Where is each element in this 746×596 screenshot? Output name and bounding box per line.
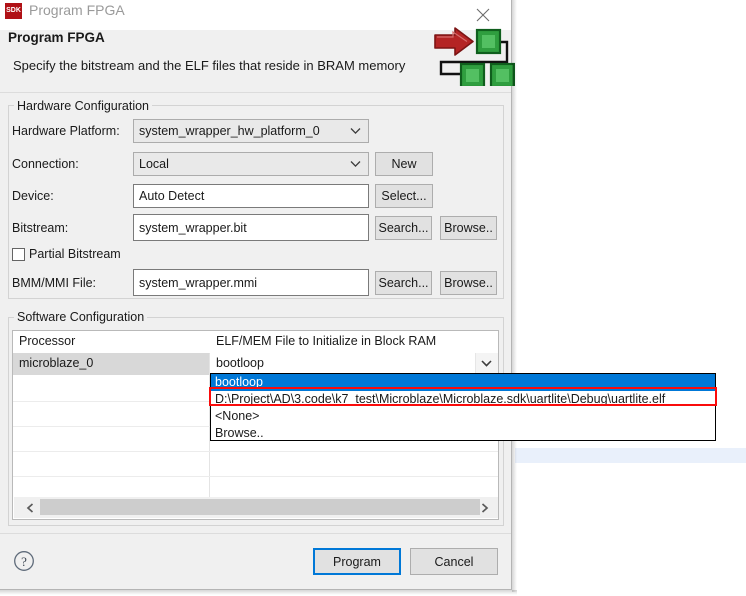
hardware-configuration-group-title: Hardware Configuration [14, 99, 153, 113]
scrollbar-thumb[interactable] [40, 499, 480, 515]
chevron-down-icon [350, 161, 361, 168]
dialog-shadow-right [512, 0, 517, 592]
table-horizontal-scrollbar[interactable] [14, 497, 498, 518]
dialog-shadow-bottom [0, 590, 517, 595]
close-icon [476, 8, 490, 22]
device-value: Auto Detect [139, 189, 205, 203]
device-label: Device: [12, 189, 54, 203]
partial-bitstream-label: Partial Bitstream [29, 247, 121, 261]
bitstream-value: system_wrapper.bit [139, 220, 247, 235]
bitstream-input[interactable]: system_wrapper.bit [133, 214, 369, 241]
chevron-down-icon [350, 128, 361, 135]
bmm-mmi-search-button[interactable]: Search... [375, 271, 432, 295]
hardware-platform-value: system_wrapper_hw_platform_0 [139, 124, 320, 138]
page-subtitle: Specify the bitstream and the ELF files … [13, 58, 406, 73]
device-input[interactable]: Auto Detect [133, 184, 369, 208]
bmm-mmi-input[interactable]: system_wrapper.mmi [133, 269, 369, 296]
bitstream-label: Bitstream: [12, 221, 69, 235]
dropdown-option-bootloop[interactable]: bootloop [211, 374, 715, 391]
background-highlight-band [515, 448, 746, 463]
connection-combobox[interactable]: Local [133, 152, 369, 176]
hardware-platform-label: Hardware Platform: [12, 124, 120, 138]
chevron-right-icon[interactable] [481, 503, 489, 513]
sdk-app-icon: SDK [5, 3, 22, 19]
table-row[interactable] [13, 452, 498, 477]
cancel-button[interactable]: Cancel [410, 548, 498, 575]
new-connection-button[interactable]: New [375, 152, 433, 176]
page-title: Program FPGA [8, 30, 105, 45]
bitstream-browse-button[interactable]: Browse.. [440, 216, 497, 240]
table-cell-elf-combobox[interactable]: bootloop [210, 353, 498, 375]
fpga-block-diagram-icon [434, 27, 515, 86]
connection-label: Connection: [12, 157, 79, 171]
software-configuration-group-title: Software Configuration [14, 310, 148, 324]
window-title: Program FPGA [29, 2, 125, 18]
footer-divider [0, 533, 511, 534]
dropdown-option-uartlite-elf[interactable]: D:\Project\AD\3.code\k7_test\Microblaze\… [211, 391, 715, 408]
device-select-button[interactable]: Select... [375, 184, 433, 208]
bmm-mmi-browse-button[interactable]: Browse.. [440, 271, 497, 295]
elf-file-dropdown-popup[interactable]: bootloop D:\Project\AD\3.code\k7_test\Mi… [210, 373, 716, 441]
table-cell-elf-dropdown-button[interactable] [475, 353, 498, 375]
svg-text:?: ? [21, 554, 27, 569]
program-button[interactable]: Program [313, 548, 401, 575]
bitstream-search-button[interactable]: Search... [375, 216, 432, 240]
bmm-mmi-label: BMM/MMI File: [12, 276, 97, 290]
chevron-down-icon [481, 360, 492, 367]
partial-bitstream-checkbox[interactable] [12, 248, 25, 261]
table-cell-processor-value: microblaze_0 [19, 356, 94, 370]
column-header-elf-mem: ELF/MEM File to Initialize in Block RAM [216, 334, 437, 348]
header-divider [0, 92, 511, 93]
connection-value: Local [139, 157, 169, 171]
chevron-left-icon[interactable] [26, 503, 34, 513]
screen: SDK Program FPGA Program FPGA Specify th… [0, 0, 746, 596]
table-cell-elf-value: bootloop [216, 356, 264, 370]
dropdown-option-browse[interactable]: Browse.. [211, 425, 715, 442]
dropdown-option-none[interactable]: <None> [211, 408, 715, 425]
hardware-platform-combobox[interactable]: system_wrapper_hw_platform_0 [133, 119, 369, 143]
bmm-mmi-value: system_wrapper.mmi [139, 275, 258, 290]
column-header-processor: Processor [19, 334, 76, 348]
table-header-row: Processor ELF/MEM File to Initialize in … [13, 331, 498, 354]
program-fpga-dialog: SDK Program FPGA Program FPGA Specify th… [0, 0, 515, 590]
help-question-icon[interactable]: ? [13, 550, 35, 572]
